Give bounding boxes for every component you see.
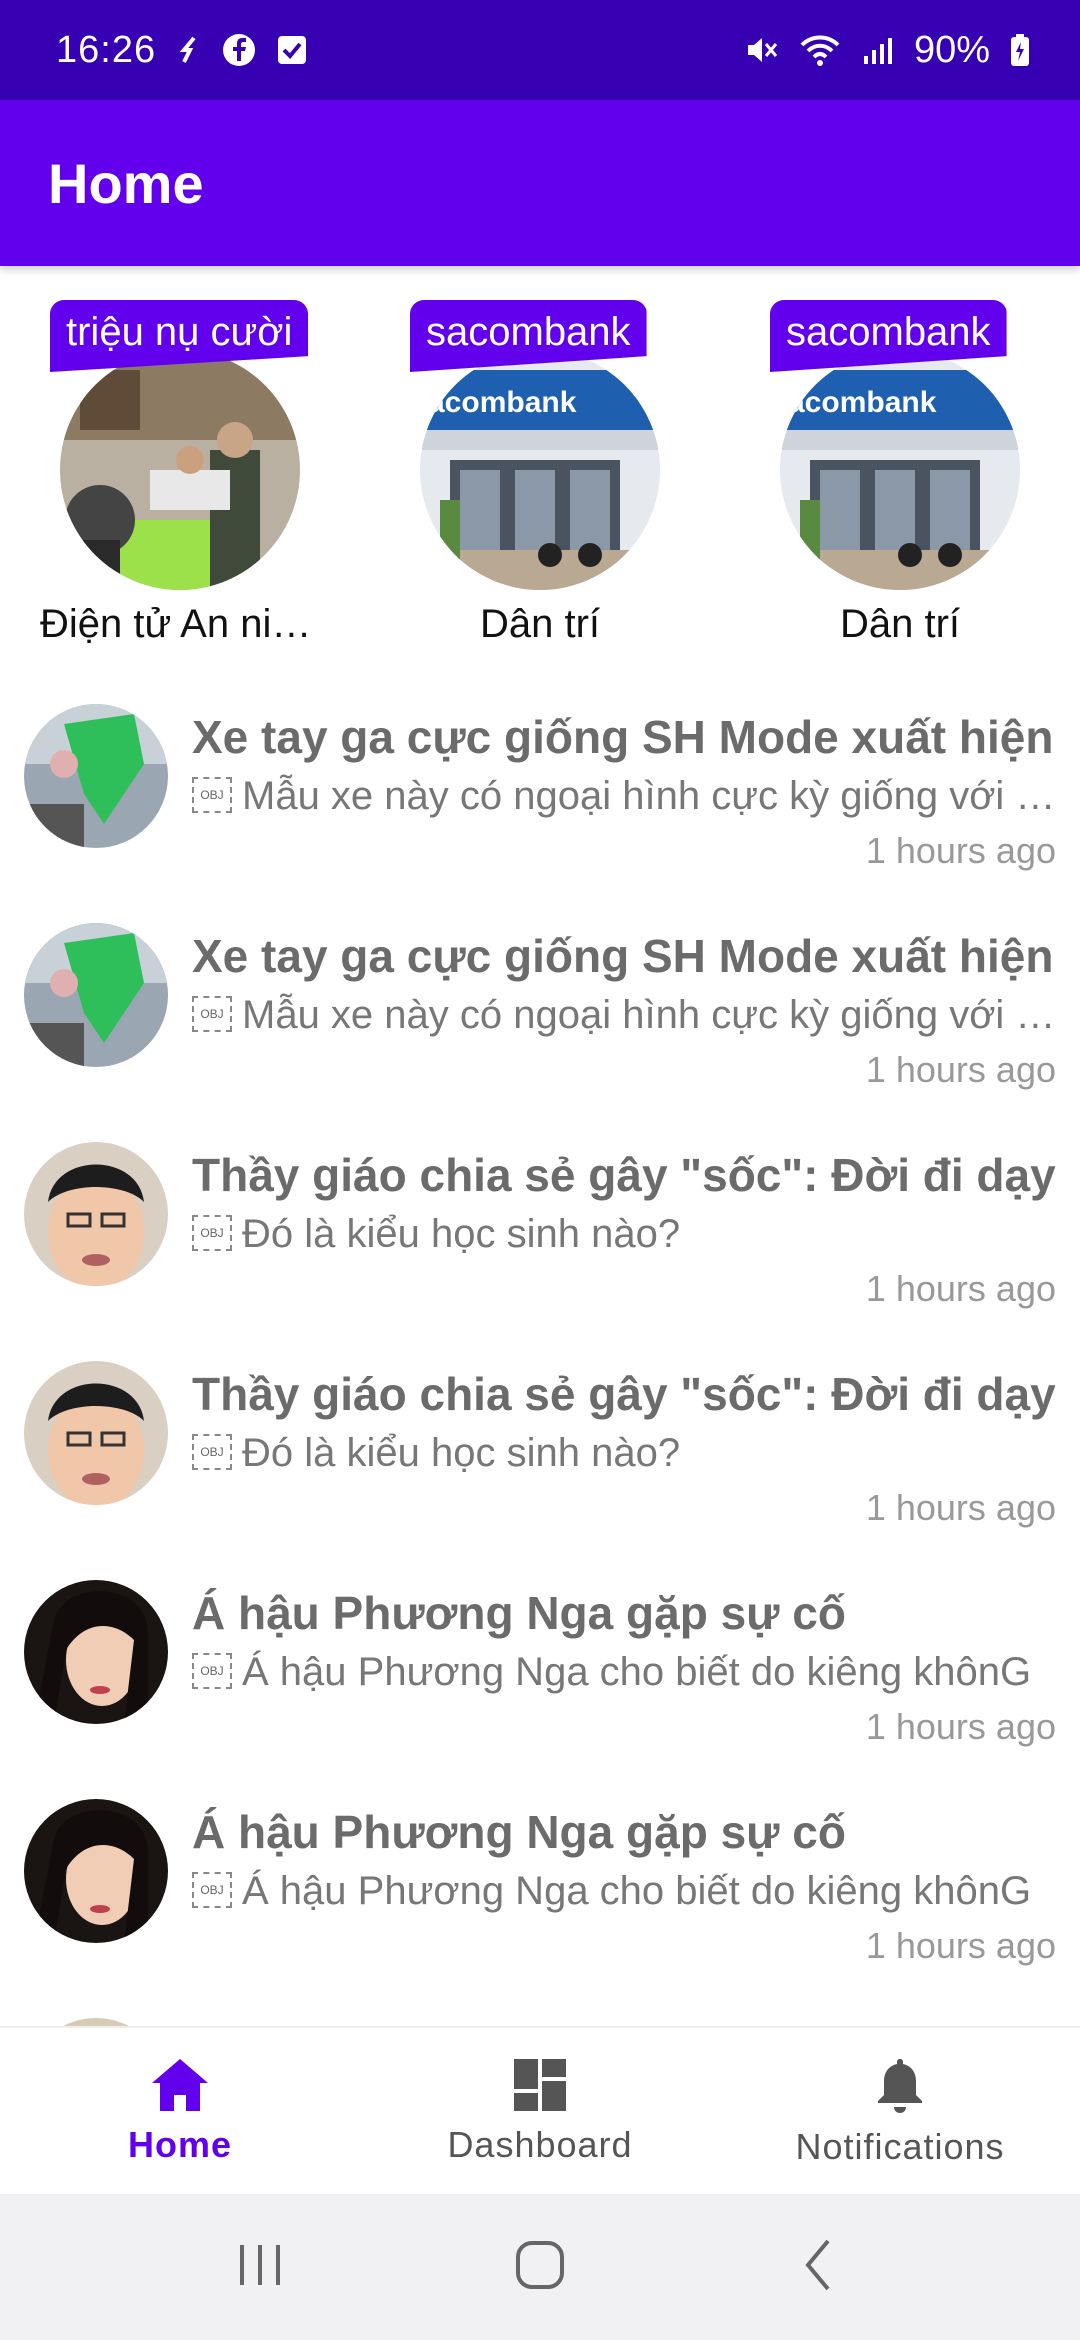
news-timestamp: 1 hours ago [865,1706,1056,1747]
news-description-text: Á hậu Phương Nga cho biết do kiêng khônG [242,1650,1032,1694]
news-title: Xe tay ga cực giống SH Mode xuất hiện [192,930,1054,982]
news-item[interactable]: Á hậu Phương Nga gặp sự cố OBJ Á hậu Phươ… [0,1566,1080,1785]
news-thumbnail [24,1799,168,1943]
story-tag: triệu nụ cười [50,300,309,372]
bell-icon [872,2055,928,2120]
obj-placeholder-icon: OBJ [192,1215,232,1252]
news-description-text: Mẫu xe này có ngoại hình cực kỳ giống vớ… [242,993,1058,1037]
news-description: OBJ Đó là kiểu học sinh nào? [192,1431,1058,1476]
news-thumbnail [24,1361,168,1505]
wifi-icon [798,33,842,67]
news-item[interactable]: Thầy giáo chia sẻ gây "sốc": Đời đi dạy … [0,1128,1080,1347]
news-thumbnail [24,1142,168,1286]
news-description: OBJ Mẫu xe này có ngoại hình cực kỳ giống… [192,774,1058,819]
obj-placeholder-icon: OBJ [192,1872,232,1909]
story-source-name: Dân trí [839,602,961,646]
sync-icon [176,35,202,65]
facebook-icon [222,33,256,67]
story-item[interactable]: sacombank acombank Dân trí [360,280,700,670]
system-navigation-bar [0,2194,1080,2340]
news-description-text: Á hậu Phương Nga cho biết do kiêng khônG [242,1869,1032,1913]
news-thumbnail [24,704,168,848]
news-description: OBJ Á hậu Phương Nga cho biết do kiêng kh… [192,1650,1058,1695]
bottom-navigation: Home Dashboard Notifications [0,2026,1080,2194]
nav-notifications[interactable]: Notifications [720,2028,1080,2194]
news-item[interactable]: Á hậu Phương Nga gặp sự cố OBJ Á hậu Phươ… [0,1785,1080,2004]
news-description: OBJ Á hậu Phương Nga cho biết do kiêng kh… [192,1869,1058,1914]
story-thumbnail: acombank [420,350,660,590]
news-timestamp: 1 hours ago [865,1487,1056,1528]
story-item[interactable]: sacombank acombank Dân trí [720,280,1060,670]
obj-placeholder-icon: OBJ [192,996,232,1033]
recent-apps-button[interactable] [230,2235,290,2300]
nav-dashboard-label: Dashboard [447,2123,633,2165]
status-bar: 16:26 90% [0,0,1080,100]
home-icon [148,2057,212,2118]
battery-percent: 90% [913,28,990,71]
story-tag: sacombank [410,300,647,372]
news-description: OBJ Mẫu xe này có ngoại hình cực kỳ giống… [192,993,1058,1038]
dashboard-icon [512,2057,568,2118]
screen: 16:26 90% Home triệu nụ cười Điện tử An … [0,0,1080,2340]
nav-dashboard[interactable]: Dashboard [360,2028,720,2194]
status-right: 90% [744,29,1030,72]
nav-home[interactable]: Home [0,2028,360,2194]
svg-text:acombank: acombank [788,386,937,419]
news-title: Thầy giáo chia sẻ gây "sốc": Đời đi dạy [192,1149,1056,1201]
news-description: OBJ Đó là kiểu học sinh nào? [192,1212,1058,1257]
news-description-text: Mẫu xe này có ngoại hình cực kỳ giống vớ… [242,774,1058,818]
checkbox-icon [276,34,308,66]
battery-icon [1010,33,1030,67]
app-bar: Home [0,100,1080,266]
news-item[interactable]: Xe tay ga cực giống SH Mode xuất hiện OB… [0,690,1080,909]
news-timestamp: 1 hours ago [865,830,1056,871]
news-description-text: Đó là kiểu học sinh nào? [242,1212,681,1256]
story-source-name: Điện tử An ninh Thủ đô [40,602,340,646]
news-title: Á hậu Phương Nga gặp sự cố [192,1587,846,1639]
news-thumbnail [24,923,168,1067]
news-timestamp: 1 hours ago [865,1268,1056,1309]
nav-notifications-label: Notifications [795,2125,1005,2167]
page-title: Home [48,151,204,215]
news-title: Thầy giáo chia sẻ gây "sốc": Đời đi dạy [192,1368,1056,1420]
story-source-name: Dân trí [479,602,601,646]
news-timestamp: 1 hours ago [865,1049,1056,1090]
back-button[interactable] [790,2235,850,2300]
story-thumbnail [60,350,300,590]
story-thumbnail: acombank [780,350,1020,590]
nav-home-label: Home [127,2123,233,2165]
news-item[interactable]: Xe tay ga cực giống SH Mode xuất hiện OB… [0,909,1080,1128]
story-item[interactable]: triệu nụ cười Điện tử An ninh Thủ đô [0,280,340,670]
news-description-text: Đó là kiểu học sinh nào? [242,1431,681,1475]
news-timestamp: 1 hours ago [865,1925,1056,1966]
home-button[interactable] [510,2235,570,2300]
news-thumbnail [24,1580,168,1724]
stories-row: triệu nụ cười Điện tử An ninh Thủ đô [0,280,1080,670]
obj-placeholder-icon: OBJ [192,1653,232,1690]
status-left: 16:26 [56,29,308,72]
story-tag: sacombank [770,300,1007,372]
status-time: 16:26 [56,28,157,71]
obj-placeholder-icon: OBJ [192,1434,232,1471]
svg-text:acombank: acombank [428,386,577,419]
obj-placeholder-icon: OBJ [192,777,232,814]
news-item[interactable]: Thầy giáo chia sẻ gây "sốc": Đời đi dạy … [0,1347,1080,1566]
signal-icon [862,34,894,66]
mute-icon [744,33,778,67]
news-title: Xe tay ga cực giống SH Mode xuất hiện [192,711,1054,763]
news-title: Á hậu Phương Nga gặp sự cố [192,1806,846,1858]
